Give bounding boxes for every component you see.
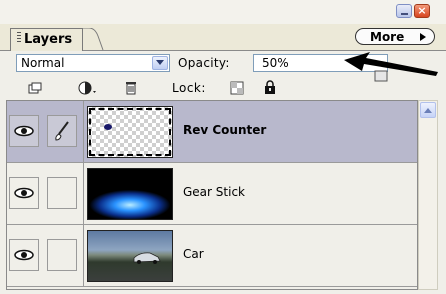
layer-thumbnail bbox=[87, 106, 173, 158]
tab-layers[interactable]: Layers bbox=[10, 28, 84, 51]
layer-name: Rev Counter bbox=[183, 123, 267, 137]
more-button[interactable]: More bbox=[355, 28, 435, 45]
annotation-arrow-icon bbox=[344, 52, 438, 76]
layer-row-rev-counter[interactable]: Rev Counter bbox=[7, 101, 417, 163]
layer-row-gear-stick[interactable]: Gear Stick bbox=[7, 163, 417, 225]
link-cell[interactable] bbox=[47, 239, 77, 271]
lock-all-icon[interactable] bbox=[264, 80, 276, 95]
visibility-toggle[interactable] bbox=[9, 239, 39, 271]
eye-icon bbox=[14, 125, 34, 137]
grip-icon bbox=[17, 32, 21, 44]
lock-transparent-icon[interactable] bbox=[230, 81, 244, 95]
minimize-icon[interactable] bbox=[396, 4, 412, 18]
adjustment-icon[interactable] bbox=[78, 80, 100, 96]
tab-row: Layers More bbox=[0, 24, 446, 51]
eye-icon bbox=[14, 249, 34, 261]
chevron-down-icon[interactable] bbox=[152, 56, 168, 70]
close-icon[interactable]: × bbox=[414, 4, 430, 18]
layer-name: Gear Stick bbox=[183, 185, 245, 199]
scroll-up-icon[interactable] bbox=[420, 102, 436, 118]
opacity-label: Opacity: bbox=[178, 56, 230, 70]
new-layer-icon[interactable] bbox=[28, 82, 42, 94]
layers-panel: × Layers More Normal Opacity: 50% Lock: … bbox=[0, 0, 446, 294]
title-bar: × bbox=[0, 0, 446, 24]
visibility-toggle[interactable] bbox=[9, 115, 39, 147]
tab-edge bbox=[83, 28, 104, 51]
more-label: More bbox=[370, 30, 405, 44]
brush-icon bbox=[55, 121, 69, 141]
layers-list: Rev Counter Gear Stick Car bbox=[6, 100, 418, 290]
layer-name: Car bbox=[183, 247, 204, 261]
row-divider bbox=[83, 163, 84, 225]
opacity-value: 50% bbox=[262, 56, 289, 70]
blend-mode-value: Normal bbox=[21, 56, 65, 70]
link-cell[interactable] bbox=[47, 177, 77, 209]
trash-icon[interactable] bbox=[124, 80, 138, 96]
layers-scrollbar[interactable] bbox=[418, 100, 438, 290]
layer-row-car[interactable]: Car bbox=[7, 225, 417, 287]
row-divider bbox=[83, 225, 84, 287]
lock-label: Lock: bbox=[172, 81, 206, 95]
layer-thumbnail bbox=[87, 168, 173, 220]
more-arrow-icon bbox=[420, 33, 426, 41]
tab-layers-label: Layers bbox=[24, 32, 73, 47]
row-divider bbox=[83, 101, 84, 163]
brush-cell[interactable] bbox=[47, 115, 77, 147]
rev-counter-thumb-icon bbox=[104, 124, 112, 130]
blend-mode-select[interactable]: Normal bbox=[16, 54, 170, 72]
visibility-toggle[interactable] bbox=[9, 177, 39, 209]
car-thumb-icon bbox=[133, 252, 161, 264]
eye-icon bbox=[14, 187, 34, 199]
layer-thumbnail bbox=[87, 230, 173, 282]
